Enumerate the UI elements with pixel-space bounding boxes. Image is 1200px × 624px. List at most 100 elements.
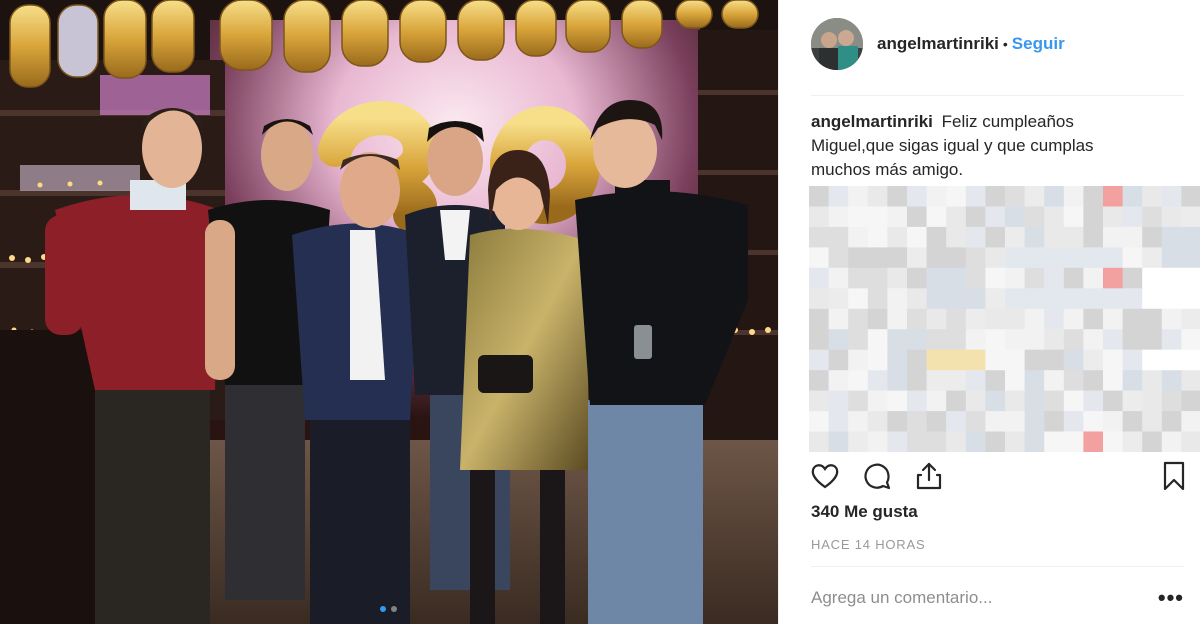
more-options-icon[interactable]: •••: [1150, 585, 1184, 611]
pixel-block: [1122, 411, 1143, 433]
pixel-block: [1103, 247, 1124, 269]
pixel-block: [887, 390, 908, 412]
pixel-block: [848, 247, 869, 269]
pixel-block: [1181, 267, 1200, 289]
post-timestamp[interactable]: HACE 14 HORAS: [811, 537, 925, 552]
pixel-block: [985, 288, 1006, 310]
pixel-block: [965, 349, 986, 371]
pixel-block: [809, 267, 830, 289]
pixel-block: [1063, 349, 1084, 371]
share-icon[interactable]: [913, 460, 945, 492]
pixel-block: [1005, 247, 1026, 269]
pixel-block: [965, 308, 986, 330]
pixel-block: [809, 349, 830, 371]
pixel-block: [828, 206, 849, 228]
pixel-block: [828, 308, 849, 330]
pixel-block: [1181, 226, 1200, 248]
pixel-block: [907, 329, 928, 351]
pixel-block: [1122, 370, 1143, 392]
pixel-block: [848, 431, 869, 452]
pixel-block: [946, 226, 967, 248]
pixel-block: [926, 349, 947, 371]
pixel-block: [867, 206, 888, 228]
add-comment-row: •••: [811, 580, 1184, 616]
pixel-block: [887, 308, 908, 330]
avatar[interactable]: [811, 18, 863, 70]
pixel-block: [926, 267, 947, 289]
post-photo[interactable]: [0, 0, 778, 624]
pixel-block: [848, 390, 869, 412]
pixel-block: [1083, 247, 1104, 269]
pixel-block: [867, 308, 888, 330]
pixel-block: [1083, 226, 1104, 248]
pixel-block: [965, 267, 986, 289]
pixel-block: [1005, 431, 1026, 452]
pixel-block: [907, 247, 928, 269]
pixel-block: [1161, 411, 1182, 433]
pixel-block: [946, 431, 967, 452]
pixel-block: [1122, 206, 1143, 228]
bookmark-icon[interactable]: [1158, 460, 1190, 492]
pixel-block: [848, 267, 869, 289]
comment-input[interactable]: [811, 588, 1150, 608]
pixel-block: [926, 329, 947, 351]
pixel-block: [965, 226, 986, 248]
pixel-block: [1142, 247, 1163, 269]
pixel-block: [887, 370, 908, 392]
comment-icon[interactable]: [861, 460, 893, 492]
pixel-block: [1024, 206, 1045, 228]
pixel-block: [1063, 247, 1084, 269]
pixel-block: [1024, 186, 1045, 207]
pixel-block: [926, 370, 947, 392]
pixel-block: [809, 308, 830, 330]
pixel-block: [965, 288, 986, 310]
pixel-block: [1083, 288, 1104, 310]
pixel-block: [926, 288, 947, 310]
pixel-block: [809, 226, 830, 248]
post-username[interactable]: angelmartinriki: [877, 34, 999, 54]
pixel-block: [1063, 329, 1084, 351]
pixel-block: [1005, 267, 1026, 289]
pixel-block: [1024, 288, 1045, 310]
pixel-block: [1161, 206, 1182, 228]
pixel-block: [1142, 390, 1163, 412]
pixel-block: [1083, 329, 1104, 351]
carousel-indicator: [380, 606, 397, 612]
pixel-block: [809, 247, 830, 269]
pixel-block: [1122, 288, 1143, 310]
carousel-dot: [391, 606, 397, 612]
pixel-block: [1005, 349, 1026, 371]
pixel-block: [1063, 411, 1084, 433]
pixel-block: [887, 329, 908, 351]
pixel-block: [1181, 288, 1200, 310]
follow-button[interactable]: Seguir: [1012, 34, 1065, 54]
pixel-block: [926, 226, 947, 248]
pixel-block: [946, 247, 967, 269]
pixel-block: [965, 186, 986, 207]
pixel-block: [907, 226, 928, 248]
pixel-block: [1103, 390, 1124, 412]
pixel-block: [809, 288, 830, 310]
pixel-block: [946, 288, 967, 310]
pixel-block: [828, 370, 849, 392]
pixel-block: [907, 411, 928, 433]
pixel-block: [848, 226, 869, 248]
pixel-block: [1063, 370, 1084, 392]
pixel-block: [1161, 329, 1182, 351]
pixel-block: [985, 186, 1006, 207]
pixel-block: [1083, 349, 1104, 371]
pixel-block: [907, 267, 928, 289]
pixel-block: [848, 411, 869, 433]
pixel-block: [907, 186, 928, 207]
pixel-block: [848, 186, 869, 207]
pixel-block: [1122, 308, 1143, 330]
post-side-panel: angelmartinriki • Seguir angelmartinriki…: [778, 0, 1200, 624]
pixel-block: [1122, 247, 1143, 269]
caption-username[interactable]: angelmartinriki: [811, 112, 933, 131]
pixel-block: [887, 247, 908, 269]
pixel-block: [926, 431, 947, 452]
heart-icon[interactable]: [809, 460, 841, 492]
pixel-block: [809, 206, 830, 228]
likes-count[interactable]: 340 Me gusta: [811, 502, 918, 522]
pixel-block: [1142, 370, 1163, 392]
